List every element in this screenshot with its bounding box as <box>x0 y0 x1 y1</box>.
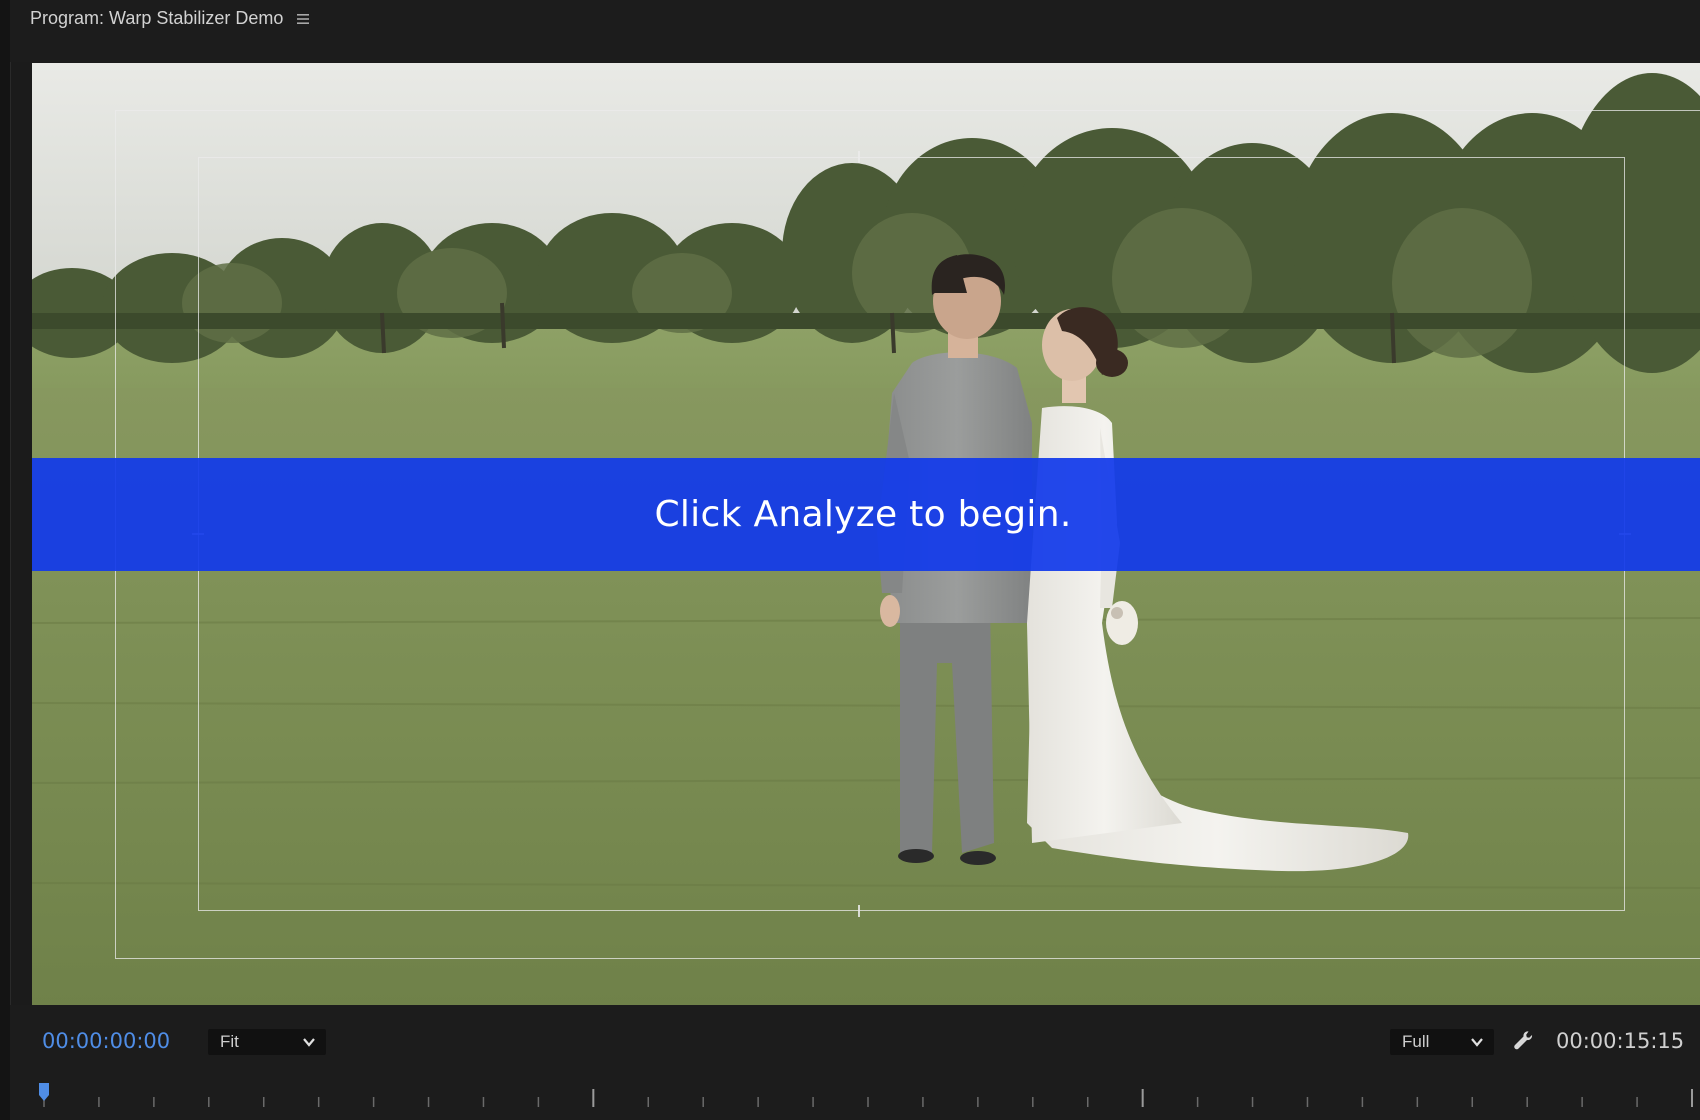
playhead-marker[interactable] <box>39 1083 49 1101</box>
program-monitor: Program: Warp Stabilizer Demo Click Anal… <box>0 0 1700 1120</box>
panel-header: Program: Warp Stabilizer Demo <box>10 0 1700 62</box>
wrench-icon[interactable] <box>1512 1029 1536 1053</box>
time-ruler[interactable] <box>32 1075 1700 1115</box>
video-viewer[interactable]: Click Analyze to begin. <box>32 63 1700 1005</box>
zoom-level-value: Fit <box>220 1032 239 1051</box>
playback-resolution-select[interactable]: Full <box>1390 1029 1494 1055</box>
hamburger-menu-icon[interactable] <box>296 12 310 26</box>
safe-tick-top <box>858 151 860 163</box>
panel-title: Program: Warp Stabilizer Demo <box>30 8 284 28</box>
panel-divider[interactable] <box>0 0 11 1120</box>
safe-tick-bottom <box>858 905 860 917</box>
playhead-timecode[interactable]: 00:00:00:00 <box>42 1029 170 1053</box>
analyze-message: Click Analyze to begin. <box>654 494 1072 535</box>
analyze-banner: Click Analyze to begin. <box>32 458 1700 571</box>
chevron-down-icon <box>303 1038 315 1047</box>
monitor-controls: 00:00:00:00 Fit Full 00:00:15:15 <box>10 1005 1700 1120</box>
zoom-level-select[interactable]: Fit <box>208 1029 326 1055</box>
chevron-down-icon <box>1471 1038 1483 1047</box>
playback-resolution-value: Full <box>1402 1032 1430 1051</box>
duration-timecode: 00:00:15:15 <box>1556 1029 1685 1053</box>
